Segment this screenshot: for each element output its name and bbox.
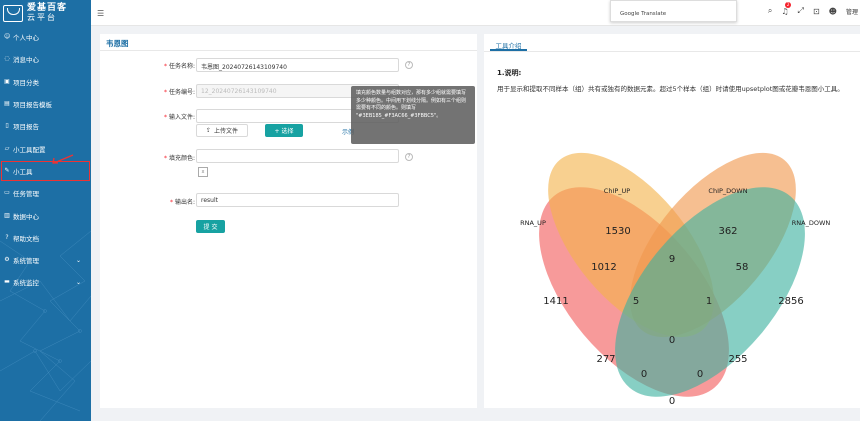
sidebar-item-tasks[interactable]: ▭ 任务管理 (0, 182, 91, 204)
wrench-icon: ✎ (4, 166, 10, 174)
sidebar-item-label: 帮助文档 (13, 234, 39, 243)
sidebar-item-report-templates[interactable]: ▤ 项目报告模板 (0, 93, 91, 115)
venn-region-value: 1 (706, 296, 712, 307)
input-file-label: * 输入文件: (164, 114, 195, 121)
bell-icon[interactable]: ♫ 2 (781, 1, 791, 16)
sidebar-item-label: 数据中心 (13, 212, 39, 221)
help-icon[interactable]: ? (405, 153, 413, 161)
message-icon: ◌ (4, 55, 10, 63)
lock-icon[interactable]: ⊡ (813, 7, 820, 16)
venn-region-value: 277 (596, 354, 615, 365)
notification-badge: 2 (785, 1, 791, 8)
top-bar: ☰ Google Translate ⌕ ♫ 2 ⤢ ⊡ ☻ 管理 (91, 0, 860, 26)
venn-region-value: 0 (697, 369, 703, 380)
sidebar-item-profile[interactable]: ☺ 个人中心 (0, 26, 91, 48)
sidebar-item-tool-config[interactable]: ▱ 小工具配置 (0, 137, 91, 159)
user-menu[interactable]: 管理 (846, 7, 858, 16)
sidebar-item-label: 小工具配置 (13, 145, 46, 154)
app-logo[interactable]: 爱基百客 云平台 (3, 2, 89, 24)
sidebar-menu: ☺ 个人中心 ◌ 消息中心 ▣ 项目分类 ▤ 项目报告模板 ▯ 项目报告 ▱ 小工具配置 ✎… (0, 26, 91, 294)
gear-icon: ⚙ (4, 256, 10, 264)
category-icon: ▣ (4, 77, 10, 85)
task-id-label: * 任务编号: (164, 89, 195, 96)
chevron-down-icon: ⌄ (75, 256, 81, 264)
sidebar-item-label: 项目报告模板 (13, 101, 52, 110)
help-icon[interactable]: ? (405, 61, 413, 69)
venn-region-value: 9 (669, 254, 675, 265)
data-icon: ▥ (4, 211, 10, 219)
fullscreen-icon[interactable]: ⤢ (798, 6, 804, 16)
sidebar-item-data-center[interactable]: ▥ 数据中心 (0, 204, 91, 226)
venn-region-value: 255 (728, 354, 747, 365)
chevron-down-icon: ⌄ (75, 278, 81, 286)
submit-button[interactable]: 提 交 (196, 220, 225, 233)
venn-region-value: 1012 (591, 262, 616, 273)
page-title: 韦恩图 (100, 34, 477, 51)
monitor-icon: ▬ (4, 278, 10, 286)
sidebar-item-label: 项目报告 (13, 123, 39, 132)
venn-region-value: 0 (641, 369, 647, 380)
sidebar-item-system-monitor[interactable]: ▬ 系统监控 ⌄ (0, 271, 91, 293)
sidebar-item-label: 小工具 (13, 167, 33, 176)
config-icon: ▱ (4, 144, 10, 152)
sidebar-item-help[interactable]: ? 帮助文档 (0, 227, 91, 249)
clear-color-button[interactable]: x (198, 167, 208, 177)
select-button[interactable]: + 选择 (265, 124, 303, 137)
logo-text-line2: 云平台 (27, 13, 57, 22)
fill-color-input[interactable] (196, 149, 399, 163)
google-translate-popup[interactable]: Google Translate (610, 0, 737, 22)
venn-set-label: RNA_UP (520, 219, 546, 227)
venn-region-value: 0 (669, 396, 675, 407)
sidebar: 爱基百客 云平台 ☺ 个人中心 ◌ 消息中心 ▣ 项目分类 ▤ 项目报告模板 ▯ 项目报告… (0, 0, 91, 421)
template-icon: ▤ (4, 100, 10, 108)
venn-region-value: 362 (718, 226, 737, 237)
venn-region-value: 58 (736, 262, 749, 273)
tab-tool-intro[interactable]: 工具介绍 (490, 34, 527, 51)
menu-fold-icon[interactable]: ☰ (97, 9, 104, 18)
sidebar-item-label: 个人中心 (13, 34, 39, 43)
task-name-label: * 任务名称: (164, 63, 195, 70)
sidebar-item-label: 系统监控 (13, 279, 39, 288)
sidebar-item-system-admin[interactable]: ⚙ 系统管理 ⌄ (0, 249, 91, 271)
venn-region-value: 1530 (605, 226, 630, 237)
sidebar-item-reports[interactable]: ▯ 项目报告 (0, 115, 91, 137)
logo-text-line1: 爱基百客 (27, 3, 68, 13)
avatar[interactable]: ☻ (829, 7, 837, 16)
sidebar-item-label: 项目分类 (13, 78, 39, 87)
user-icon: ☺ (4, 33, 11, 41)
venn-region-value: 5 (633, 296, 639, 307)
sidebar-item-label: 任务管理 (13, 190, 39, 199)
sidebar-item-tools[interactable]: ✎ 小工具 (0, 160, 91, 182)
sidebar-item-messages[interactable]: ◌ 消息中心 (0, 48, 91, 70)
upload-icon: ⇪ (205, 127, 211, 134)
task-name-input[interactable]: 韦恩图_20240726143109740 (196, 58, 399, 72)
upload-file-button[interactable]: ⇪ 上传文件 (196, 124, 248, 137)
sidebar-item-label: 消息中心 (13, 56, 39, 65)
venn-region-value: 2856 (778, 296, 803, 307)
logo-icon (3, 4, 23, 22)
help-icon: ? (5, 233, 9, 241)
task-icon: ▭ (4, 189, 10, 197)
search-icon[interactable]: ⌕ (768, 6, 772, 16)
venn-region-value: 1411 (543, 296, 568, 307)
venn-region-value: 0 (669, 335, 675, 346)
sidebar-item-categories[interactable]: ▣ 项目分类 (0, 71, 91, 93)
venn-set-label: ChIP_UP (604, 187, 631, 195)
venn-set-label: ChIP_DOWN (708, 187, 747, 195)
sidebar-item-label: 系统管理 (13, 257, 39, 266)
intro-description: 用于显示和提取不同样本（组）共有或独有的数据元素。超过5个样本（组）时请使用up… (497, 85, 844, 93)
fill-color-label: * 填充颜色: (164, 155, 195, 162)
venn-diagram: RNA_UP ChIP_UP ChIP_DOWN RNA_DOWN 1411 1530 3… (520, 152, 831, 407)
output-name-input[interactable]: result (196, 193, 399, 207)
intro-heading: 1.说明: (497, 69, 522, 77)
tab-divider (484, 51, 860, 52)
venn-set-label: RNA_DOWN (792, 219, 831, 227)
output-name-label: * 输出名: (170, 199, 195, 206)
annotation-arrow-icon (52, 154, 74, 164)
tool-intro-panel: 工具介绍 1.说明: 用于显示和提取不同样本（组）共有或独有的数据元素。超过5个… (484, 34, 860, 408)
report-icon: ▯ (5, 122, 9, 130)
fill-color-tooltip: 填充颜色数量与组数对应，那有多少组就需要填写多少种颜色。中间用下划线分隔。例如有… (351, 86, 475, 144)
translate-label: Google Translate (620, 11, 667, 17)
